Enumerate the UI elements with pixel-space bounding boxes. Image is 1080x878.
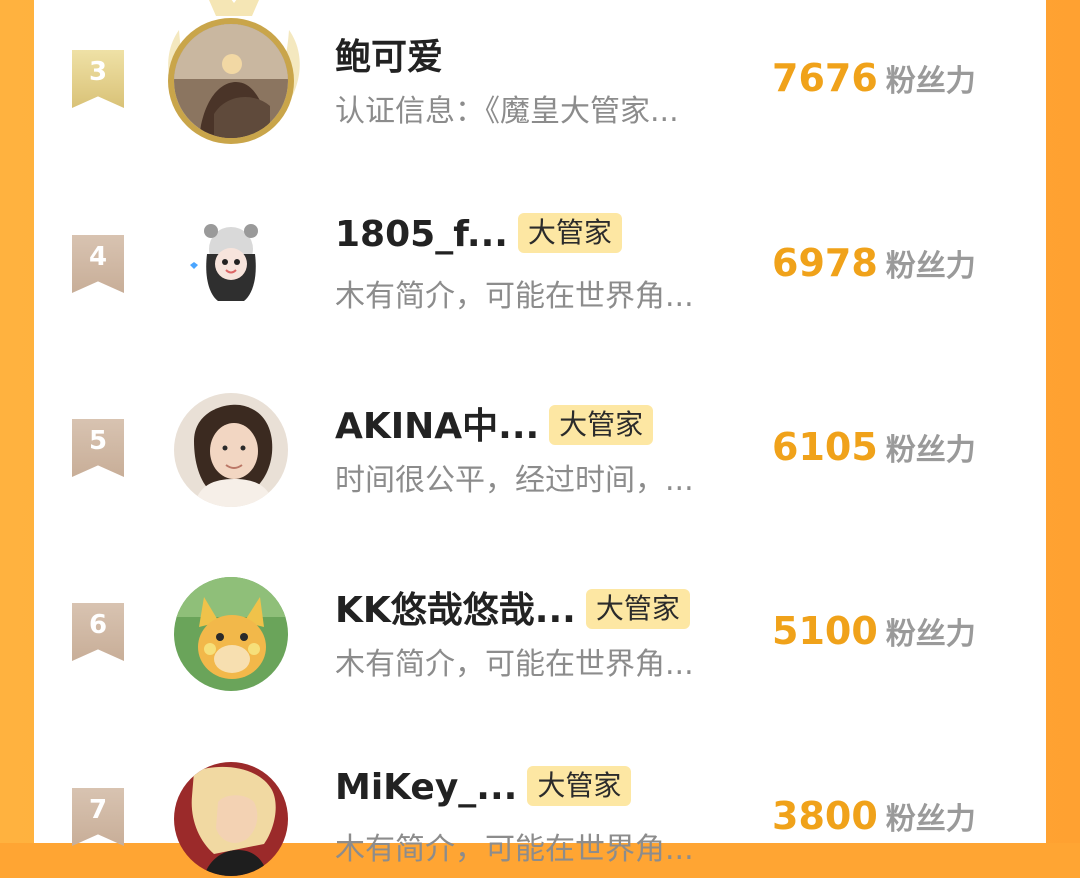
score-value: 6978	[772, 241, 878, 285]
role-badge: 大管家	[549, 405, 654, 445]
fan-power-score: 5100 粉丝力	[772, 609, 976, 653]
rank-badge: 5	[72, 419, 124, 477]
rank-badge: 3	[72, 50, 124, 108]
user-name[interactable]: KK悠哉悠哉... 大管家	[335, 581, 690, 633]
list-item[interactable]: 4 1805_f... 大管家 木有简介，可能在世界角... 6978 粉丝力	[34, 185, 1046, 325]
fan-power-score: 3800 粉丝力	[772, 794, 976, 838]
avatar[interactable]	[174, 577, 288, 691]
list-item[interactable]: 5 AKINA中... 大管家 时间很公平，经过时间，... 6105 粉丝力	[34, 369, 1046, 509]
avatar[interactable]	[174, 24, 288, 138]
score-unit: 粉丝力	[885, 249, 976, 284]
score-unit: 粉丝力	[885, 433, 976, 468]
page-frame: 3 鲍可爱 认证信息：《魔皇大管家... 7676 粉丝力 4 1805_f..…	[0, 0, 1080, 876]
avatar[interactable]	[174, 393, 288, 507]
rank-badge: 4	[72, 235, 124, 293]
avatar[interactable]	[174, 762, 288, 876]
fan-power-score: 7676 粉丝力	[772, 56, 976, 100]
score-value: 7676	[772, 56, 878, 100]
user-name[interactable]: MiKey_... 大管家	[335, 766, 632, 808]
role-badge: 大管家	[585, 589, 690, 629]
list-item[interactable]: 6 KK悠哉悠哉... 大管家 木有简介，可能在世界角... 5100 粉丝力	[34, 553, 1046, 693]
user-bio: 时间很公平，经过时间，...	[335, 463, 694, 498]
user-name[interactable]: 1805_f... 大管家	[335, 213, 622, 255]
score-unit: 粉丝力	[885, 617, 976, 652]
score-value: 3800	[772, 794, 878, 838]
list-item[interactable]: 3 鲍可爱 认证信息：《魔皇大管家... 7676 粉丝力	[34, 0, 1046, 140]
user-name-text: 鲍可爱	[335, 37, 444, 78]
user-bio: 木有简介，可能在世界角...	[335, 647, 694, 682]
user-bio: 认证信息：《魔皇大管家...	[335, 94, 679, 129]
score-value: 6105	[772, 425, 878, 469]
avatar[interactable]	[174, 209, 288, 323]
rank-badge: 7	[72, 788, 124, 846]
fan-power-score: 6978 粉丝力	[772, 241, 976, 285]
user-bio: 木有简介，可能在世界角...	[335, 279, 694, 314]
ranking-list: 3 鲍可爱 认证信息：《魔皇大管家... 7676 粉丝力 4 1805_f..…	[34, 0, 1046, 876]
role-badge: 大管家	[517, 213, 622, 253]
fan-power-score: 6105 粉丝力	[772, 425, 976, 469]
role-badge: 大管家	[527, 766, 632, 806]
score-unit: 粉丝力	[885, 64, 976, 99]
user-name-text: 1805_f...	[335, 214, 508, 255]
list-item[interactable]: 7 MiKey_... 大管家 木有简介，可能在世界角... 3800 粉丝力	[34, 738, 1046, 878]
rank-badge: 6	[72, 603, 124, 661]
user-name-text: AKINA中...	[335, 406, 540, 447]
user-name[interactable]: 鲍可爱	[335, 28, 443, 80]
user-name[interactable]: AKINA中... 大管家	[335, 397, 654, 449]
user-name-text: KK悠哉悠哉...	[335, 590, 576, 631]
user-name-text: MiKey_...	[335, 767, 518, 808]
score-value: 5100	[772, 609, 878, 653]
score-unit: 粉丝力	[885, 802, 976, 837]
user-bio: 木有简介，可能在世界角...	[335, 832, 694, 867]
